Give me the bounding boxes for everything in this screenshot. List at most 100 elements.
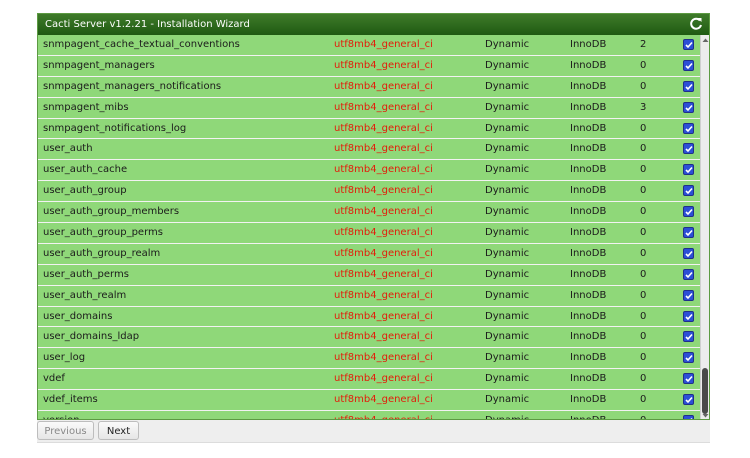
table-row: user_auth_group_realm utf8mb4_general_ci D… [38, 243, 700, 265]
checkbox-checked-icon[interactable] [683, 268, 694, 280]
table-name-cell: user_auth_group_realm [43, 247, 161, 259]
scrollbar-thumb[interactable] [702, 368, 708, 414]
checkbox-checked-icon[interactable] [683, 206, 694, 218]
previous-button[interactable]: Previous [37, 421, 94, 440]
collation-cell: utf8mb4_general_ci [334, 101, 433, 113]
row-count-cell: 0 [640, 80, 647, 92]
checkbox-checked-icon[interactable] [683, 80, 694, 92]
checkbox-checked-icon[interactable] [683, 39, 694, 50]
table-row: user_auth_cache utf8mb4_general_ci Dynamic… [38, 160, 700, 182]
engine-cell: InnoDB [570, 59, 607, 71]
engine-cell: InnoDB [570, 101, 607, 113]
table-row: user_auth_group_members utf8mb4_general_c… [38, 202, 700, 224]
window-titlebar: Cacti Server v1.2.21 - Installation Wiza… [38, 14, 709, 35]
table-name-cell: snmpagent_mibs [43, 101, 129, 113]
table-row: snmpagent_managers utf8mb4_general_ci Dyna… [38, 55, 700, 77]
installation-wizard-window: Cacti Server v1.2.21 - Installation Wiza… [37, 13, 710, 420]
table-name-cell: vdef_items [43, 394, 98, 406]
checkbox-checked-icon[interactable] [683, 310, 694, 322]
collation-cell: utf8mb4_general_ci [334, 59, 433, 71]
refresh-icon[interactable] [689, 16, 703, 32]
table-name-cell: user_auth_group [43, 185, 127, 197]
table-name-cell: user_auth_realm [43, 289, 127, 301]
checkbox-checked-icon[interactable] [683, 331, 694, 343]
collation-cell: utf8mb4_general_ci [334, 143, 433, 155]
next-button[interactable]: Next [98, 421, 139, 440]
row-count-cell: 0 [640, 122, 647, 134]
row-count-cell: 0 [640, 352, 647, 364]
row-format-cell: Dynamic [485, 411, 529, 419]
scroll-down-icon[interactable] [702, 412, 709, 419]
table-row: user_log utf8mb4_general_ci Dynamic InnoDB 0 [38, 348, 700, 370]
engine-cell: InnoDB [570, 164, 607, 176]
collation-cell: utf8mb4_general_ci [334, 373, 433, 385]
table-row: snmpagent_cache_textual_conventions utf8m… [38, 35, 700, 56]
engine-cell: InnoDB [570, 331, 607, 343]
engine-cell: InnoDB [570, 352, 607, 364]
engine-cell: InnoDB [570, 39, 607, 50]
table-row: user_auth_perms utf8mb4_general_ci Dynamic… [38, 264, 700, 286]
table-name-cell: user_domains [43, 310, 113, 322]
row-format-cell: Dynamic [485, 122, 530, 134]
row-count-cell: 0 [640, 411, 646, 419]
checkbox-checked-icon[interactable] [683, 247, 694, 259]
table-row: user_domains utf8mb4_general_ci Dynamic Inn… [38, 306, 700, 328]
checkbox-checked-icon[interactable] [683, 227, 694, 239]
checkbox-checked-icon[interactable] [683, 185, 694, 197]
vertical-scrollbar[interactable] [700, 35, 709, 419]
checkbox-checked-icon[interactable] [683, 101, 694, 113]
row-count-cell: 0 [640, 185, 647, 197]
engine-cell: InnoDB [570, 268, 607, 280]
engine-cell: InnoDB [570, 206, 607, 218]
row-format-cell: Dynamic [485, 59, 530, 71]
engine-cell: InnoDB [570, 143, 607, 155]
row-count-cell: 0 [640, 227, 647, 239]
row-count-cell: 0 [640, 247, 647, 259]
row-format-cell: Dynamic [485, 227, 530, 239]
row-format-cell: Dynamic [485, 352, 530, 364]
table-name-cell: user_auth_perms [43, 268, 129, 280]
engine-cell: InnoDB [570, 411, 606, 419]
table-name-cell: snmpagent_managers [43, 59, 155, 71]
table-name-cell: user_domains_ldap [43, 331, 140, 343]
collation-cell: utf8mb4_general_ci [334, 39, 433, 50]
table-name-cell: snmpagent_notifications_log [43, 122, 187, 134]
collation-cell: utf8mb4_general_ci [334, 227, 433, 239]
collation-cell: utf8mb4_general_ci [334, 164, 433, 176]
table-name-cell: vdef [43, 373, 65, 385]
table-name-cell: user_auth_cache [43, 164, 128, 176]
row-format-cell: Dynamic [485, 185, 530, 197]
checkbox-checked-icon[interactable] [683, 394, 694, 406]
collation-cell: utf8mb4_general_ci [334, 331, 433, 343]
collation-cell: utf8mb4_general_ci [334, 289, 433, 301]
collation-cell: utf8mb4_general_ci [334, 185, 433, 197]
table-row: snmpagent_notifications_log utf8mb4_gener… [38, 118, 700, 140]
checkbox-checked-icon[interactable] [683, 59, 694, 71]
checkbox-checked-icon[interactable] [683, 164, 694, 176]
checkbox-checked-icon[interactable] [683, 122, 694, 134]
row-count-cell: 0 [640, 143, 647, 155]
table-name-cell: user_log [43, 352, 86, 364]
engine-cell: InnoDB [570, 80, 607, 92]
row-format-cell: Dynamic [485, 143, 530, 155]
checkbox-checked-icon[interactable] [683, 373, 694, 385]
checkbox-checked-icon[interactable] [683, 143, 694, 155]
engine-cell: InnoDB [570, 122, 607, 134]
wizard-footer: Previous Next [37, 420, 710, 443]
collation-cell: utf8mb4_general_ci [334, 394, 433, 406]
row-format-cell: Dynamic [485, 39, 530, 50]
row-format-cell: Dynamic [485, 206, 530, 218]
checkbox-checked-icon[interactable] [683, 352, 694, 364]
table-name-cell: user_auth_group_members [43, 206, 180, 218]
row-format-cell: Dynamic [485, 331, 530, 343]
table-row: user_auth_group_perms utf8mb4_general_ci D… [38, 223, 700, 244]
row-format-cell: Dynamic [485, 289, 530, 301]
collation-cell: utf8mb4_general_ci [334, 268, 433, 280]
engine-cell: InnoDB [570, 373, 607, 385]
row-count-cell: 0 [640, 394, 647, 406]
collation-cell: utf8mb4_general_ci [334, 247, 433, 259]
checkbox-checked-icon[interactable] [683, 289, 694, 301]
scroll-up-icon[interactable] [702, 37, 709, 44]
row-count-cell: 0 [640, 268, 647, 280]
table-row: version utf8mb4_general_ci Dynamic InnoDB 0 [38, 411, 700, 419]
